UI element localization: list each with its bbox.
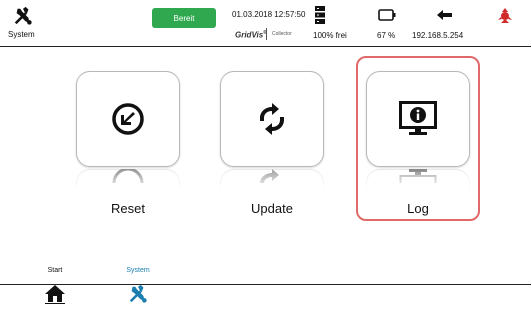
status-bar: System Bereit 01.03.2018 12:57:50 GridVi…	[0, 0, 531, 46]
brand-logo: GridVis®	[235, 30, 267, 40]
network-icon	[437, 10, 452, 20]
log-reflection	[366, 169, 470, 195]
nav-start-label: Start	[47, 267, 63, 274]
memory-text: 100% frei	[313, 31, 347, 40]
reset-icon	[112, 103, 144, 135]
memory-icon	[315, 6, 325, 24]
reset-reflection	[76, 169, 180, 195]
tools-icon	[14, 6, 32, 25]
tools-icon	[129, 284, 147, 303]
nav-start[interactable]: Start	[25, 267, 85, 313]
nav-system-label: System	[126, 267, 150, 274]
log-button[interactable]	[366, 71, 470, 167]
datetime-text: 01.03.2018 12:57:50	[232, 10, 306, 19]
nav-system[interactable]: System	[108, 267, 168, 313]
system-label: System	[8, 30, 35, 39]
update-button[interactable]	[220, 71, 324, 167]
ip-address-text: 192.168.5.254	[412, 31, 464, 40]
alert-icon[interactable]	[495, 6, 515, 26]
system-button[interactable]: System	[2, 4, 62, 44]
info-monitor-icon	[399, 101, 437, 135]
home-icon	[45, 285, 65, 304]
battery-icon	[378, 9, 396, 21]
update-icon	[260, 103, 284, 135]
log-label: Log	[407, 201, 429, 216]
brand-sub-label: Collector	[272, 31, 292, 37]
update-reflection	[220, 169, 324, 195]
battery-text: 67 %	[377, 31, 396, 40]
topbar-divider	[0, 46, 531, 47]
update-label: Update	[251, 201, 293, 216]
status-badge: Bereit	[152, 8, 216, 28]
reset-button[interactable]	[76, 71, 180, 167]
brand-divider	[266, 28, 267, 40]
reset-label: Reset	[111, 201, 145, 216]
